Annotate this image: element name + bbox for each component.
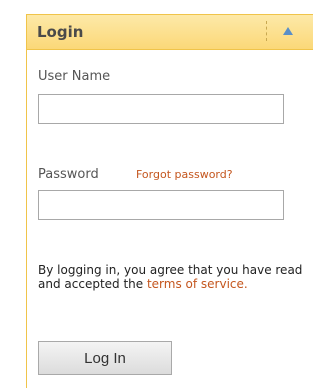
username-input[interactable] bbox=[38, 94, 284, 124]
chevron-up-icon bbox=[283, 27, 293, 35]
login-panel: Login User Name Password Forgot password… bbox=[26, 14, 313, 388]
password-label: Password bbox=[38, 167, 99, 182]
header-divider bbox=[266, 21, 267, 41]
agreement-text-after: . bbox=[243, 277, 248, 291]
panel-title: Login bbox=[37, 23, 84, 41]
forgot-password-link[interactable]: Forgot password? bbox=[136, 168, 233, 182]
password-input[interactable] bbox=[38, 190, 284, 220]
log-in-button[interactable]: Log In bbox=[38, 341, 172, 375]
terms-of-service-link[interactable]: terms of service bbox=[147, 277, 244, 291]
login-panel-header: Login bbox=[27, 15, 313, 50]
collapse-button[interactable] bbox=[275, 21, 301, 43]
username-label: User Name bbox=[38, 69, 111, 84]
terms-agreement-text: By logging in, you agree that you have r… bbox=[38, 263, 314, 291]
